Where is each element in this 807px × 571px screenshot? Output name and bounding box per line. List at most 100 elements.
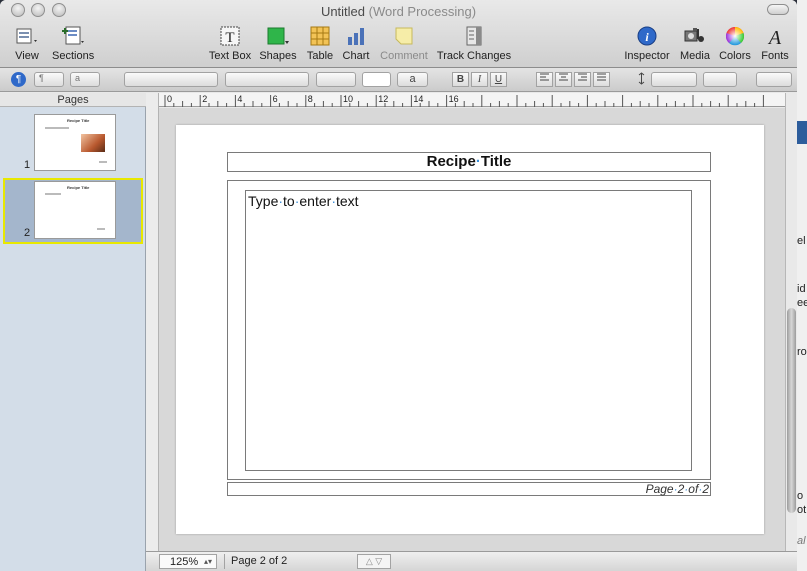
line-spacing-popup[interactable]	[651, 72, 697, 87]
table-icon	[304, 25, 336, 47]
pages-sidebar: Pages Recipe Title 1 Recipe Title 2	[0, 93, 146, 571]
app-window: Untitled (Word Processing) View Sections…	[0, 0, 797, 571]
highlight-color-well[interactable]: a	[397, 72, 428, 87]
page-indicator: Page 2 of 2	[224, 554, 359, 569]
invisible-space-marker: ·	[278, 193, 284, 209]
background-window: el id ee ro o ot al	[797, 0, 807, 571]
vertical-scroll-thumb[interactable]	[787, 308, 796, 513]
styles-drawer-icon[interactable]: ¶	[11, 72, 26, 87]
background-window-selection	[797, 121, 807, 144]
recipe-title: Recipe·Title	[426, 153, 512, 170]
thumbnail-text-line	[45, 193, 61, 195]
chart-icon	[340, 25, 372, 47]
media-button[interactable]: Media	[678, 25, 712, 62]
background-text: ro	[797, 346, 807, 358]
body-placeholder: Type·to·enter·text	[248, 193, 359, 209]
font-family-popup[interactable]	[124, 72, 218, 87]
paragraph-style-value: ¶	[39, 73, 44, 83]
background-text: id	[797, 283, 806, 295]
comment-icon	[378, 25, 430, 47]
vertical-scrollbar[interactable]	[785, 93, 797, 551]
colors-icon	[718, 25, 752, 47]
inspector-button[interactable]: i Inspector	[623, 25, 671, 62]
page-number-2: 2	[24, 227, 31, 239]
track-changes-button[interactable]: Track Changes	[436, 25, 512, 62]
align-right-button[interactable]	[574, 72, 591, 87]
background-text: o	[797, 490, 804, 502]
font-size-popup[interactable]	[316, 72, 356, 87]
ruler-label: 12	[378, 94, 388, 104]
comment-button[interactable]: Comment	[378, 25, 430, 62]
justify-button[interactable]	[593, 72, 610, 87]
align-center-button[interactable]	[555, 72, 572, 87]
paragraph-style-popup[interactable]: ¶	[34, 72, 64, 87]
character-style-value: a	[75, 73, 81, 83]
page-nav-buttons[interactable]: △ ▽	[357, 554, 391, 569]
ruler-label: 16	[449, 94, 459, 104]
underline-label: U	[494, 74, 503, 85]
underline-button[interactable]: U	[490, 72, 507, 87]
zoom-value: 125%	[170, 556, 199, 568]
footer-box[interactable]: Page·2·of·2	[227, 482, 711, 496]
page-thumbnail-1[interactable]: Recipe Title	[34, 114, 116, 171]
align-left-button[interactable]	[536, 72, 553, 87]
view-button[interactable]: View	[10, 25, 44, 62]
align-right-icon	[578, 73, 587, 81]
svg-text:A: A	[767, 27, 782, 47]
highlight-sample: a	[409, 73, 416, 85]
font-typeface-popup[interactable]	[225, 72, 309, 87]
shapes-button[interactable]: Shapes	[259, 25, 297, 62]
previous-page-icon[interactable]: △	[366, 556, 373, 566]
fonts-button[interactable]: A Fonts	[758, 25, 792, 62]
invisible-space-marker: ·	[698, 482, 703, 496]
align-center-icon	[559, 73, 568, 81]
status-bar: 125% ▴▾ Page 2 of 2 △ ▽	[146, 551, 797, 571]
media-label: Media	[680, 50, 710, 62]
justify-icon	[597, 73, 606, 81]
background-text: ee	[797, 297, 807, 309]
toolbar-toggle-button[interactable]	[767, 4, 789, 15]
document-canvas: Recipe·Title Type·to·enter·text Page·2·o…	[159, 108, 785, 551]
shapes-icon	[259, 25, 297, 47]
text-box-label: Text Box	[208, 50, 252, 62]
thumbnail-title-2: Recipe Title	[67, 185, 90, 190]
fonts-label: Fonts	[761, 50, 789, 62]
recipe-title-box[interactable]: Recipe·Title	[227, 152, 711, 172]
background-text: ot	[797, 504, 807, 516]
invisible-space-marker: ·	[331, 193, 336, 209]
ruler-label: 14	[413, 94, 423, 104]
ruler-label: 6	[273, 94, 278, 104]
thumbnail-title-1: Recipe Title	[67, 118, 90, 123]
body-text-box[interactable]: Type·to·enter·text	[245, 190, 692, 471]
align-left-icon	[540, 73, 549, 81]
bold-button[interactable]: B	[452, 72, 469, 87]
ruler-label: 8	[308, 94, 313, 104]
colors-label: Colors	[719, 50, 751, 62]
ruler-label: 4	[237, 94, 242, 104]
page-thumbnail-2[interactable]: Recipe Title	[34, 181, 116, 239]
invisible-space-marker: ·	[294, 193, 300, 209]
table-button[interactable]: Table	[304, 25, 336, 62]
next-page-icon[interactable]: ▽	[375, 556, 382, 566]
sections-button[interactable]: Sections	[52, 25, 94, 62]
background-text: al	[797, 535, 806, 547]
text-color-well[interactable]	[362, 72, 391, 87]
shapes-label: Shapes	[259, 50, 297, 62]
zoom-popup[interactable]: 125% ▴▾	[159, 554, 217, 569]
ruler-label: 2	[202, 94, 207, 104]
columns-popup[interactable]	[703, 72, 737, 87]
table-label: Table	[306, 50, 334, 62]
italic-button[interactable]: I	[471, 72, 488, 87]
document-page: Recipe·Title Type·to·enter·text Page·2·o…	[176, 125, 764, 534]
sections-label: Sections	[52, 50, 95, 62]
fonts-icon: A	[758, 25, 792, 47]
inspector-label: Inspector	[624, 50, 670, 62]
character-style-popup[interactable]: a	[70, 72, 100, 87]
list-style-popup[interactable]	[756, 72, 792, 87]
chart-button[interactable]: Chart	[340, 25, 372, 62]
colors-button[interactable]: Colors	[718, 25, 752, 62]
bold-label: B	[456, 74, 465, 85]
text-box-button[interactable]: T Text Box	[206, 25, 254, 62]
view-label: View	[15, 50, 39, 62]
thumbnail-footer	[99, 161, 107, 163]
